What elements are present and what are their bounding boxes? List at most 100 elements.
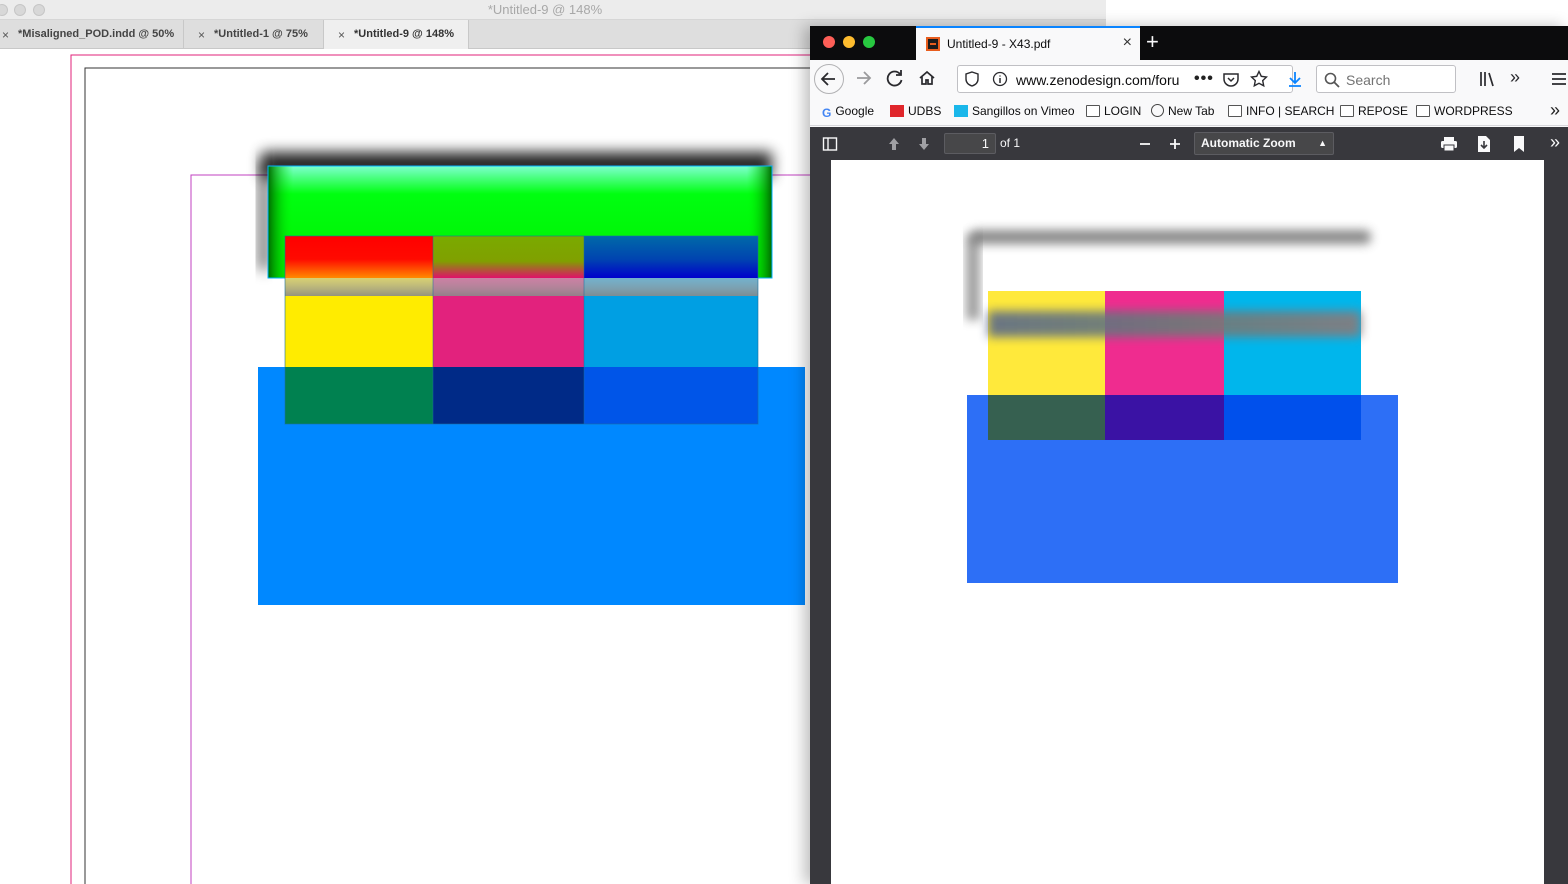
previous-page-icon[interactable] [886, 136, 902, 152]
bookmark-icon[interactable] [1512, 135, 1526, 153]
bookmark-repose[interactable]: REPOSE [1340, 104, 1408, 118]
new-tab-button[interactable]: + [1146, 29, 1159, 55]
pdf-purple-overprint-swatch [1105, 395, 1224, 440]
print-icon[interactable] [1440, 136, 1458, 152]
chevron-updown-icon: ▲ [1318, 138, 1327, 148]
red-swatch [285, 236, 433, 278]
close-tab-icon[interactable]: × [1123, 34, 1132, 52]
bookmark-new-tab[interactable]: New Tab [1151, 104, 1214, 118]
blue-overprint-swatch [584, 367, 758, 424]
firefox-tab-pdf[interactable]: Untitled-9 - X43.pdf × [916, 26, 1140, 60]
back-button[interactable] [814, 64, 844, 94]
pocket-icon[interactable] [1222, 71, 1240, 89]
gray-stripe [285, 278, 758, 296]
bookmark-google[interactable]: G Google [822, 104, 874, 120]
bookmark-label: LOGIN [1104, 104, 1142, 118]
bookmark-label: WORDPRESS [1434, 104, 1513, 118]
pdf-page-artwork [966, 230, 1398, 583]
tab-misaligned-pod[interactable]: × *Misaligned_POD.indd @ 50% [0, 20, 184, 49]
home-button[interactable] [912, 64, 942, 94]
url-bar[interactable]: www.zenodesign.com/foru ••• [957, 65, 1293, 93]
pdf-page [831, 160, 1544, 884]
bookmark-label: New Tab [1168, 104, 1215, 118]
green-overprint-swatch [285, 367, 433, 424]
page-count: of 1 [1000, 136, 1021, 150]
bookmark-login[interactable]: LOGIN [1086, 104, 1141, 118]
home-icon [919, 70, 935, 85]
bookmark-info-search[interactable]: INFO | SEARCH [1228, 104, 1334, 118]
tab-untitled-9[interactable]: × *Untitled-9 @ 148% [324, 20, 469, 49]
indesign-window-title: *Untitled-9 @ 148% [487, 2, 603, 17]
pdf-cyan-swatch [1224, 291, 1361, 396]
pdf-magenta-swatch [1105, 291, 1224, 396]
bookmark-label: Google [835, 104, 875, 118]
zoom-in-icon[interactable] [1168, 137, 1182, 151]
pdf-blue-overprint-swatch [1224, 395, 1361, 440]
site-favicon-icon [926, 37, 940, 51]
close-tab-icon[interactable]: × [338, 28, 345, 42]
page-number-input[interactable]: 1 [944, 133, 996, 154]
download-pdf-icon[interactable] [1476, 135, 1492, 153]
indesign-titlebar: *Untitled-9 @ 148% [0, 0, 1106, 20]
search-bar[interactable]: Search [1316, 65, 1456, 93]
bookmark-label: Sangillos on Vimeo [972, 104, 1075, 118]
info-icon[interactable] [992, 71, 1008, 87]
bookmarks-toolbar: G Google UDBS Sangillos on Vimeo LOGIN Ne… [810, 98, 1568, 126]
next-page-icon[interactable] [916, 136, 932, 152]
back-arrow-icon [820, 72, 835, 86]
tab-untitled-1[interactable]: × *Untitled-1 @ 75% [184, 20, 324, 49]
bookmark-udbs[interactable]: UDBS [890, 104, 941, 118]
bookmark-label: INFO | SEARCH [1246, 104, 1335, 118]
sidebar-toggle-icon[interactable] [822, 136, 838, 152]
blue-swatch [584, 236, 758, 278]
hamburger-menu-icon[interactable] [1550, 70, 1568, 88]
globe-icon [1151, 104, 1164, 117]
bookmark-sangillos-vimeo[interactable]: Sangillos on Vimeo [954, 104, 1075, 118]
pdf-toolbar: 1 of 1 Automatic Zoom ▲ » [810, 127, 1568, 160]
zoom-out-icon[interactable] [1138, 137, 1152, 151]
reload-icon [886, 70, 903, 87]
pdf-tools-menu-icon[interactable]: » [1550, 132, 1560, 153]
folder-icon [1416, 105, 1430, 117]
library-icon[interactable] [1478, 70, 1496, 88]
pdf-viewer[interactable] [810, 160, 1568, 884]
navigation-toolbar: www.zenodesign.com/foru ••• Search » [810, 60, 1568, 98]
tab-title: Untitled-9 - X43.pdf [947, 37, 1051, 51]
tab-label: *Untitled-9 @ 148% [354, 28, 454, 40]
page-actions-icon[interactable]: ••• [1194, 70, 1214, 88]
downloads-icon[interactable] [1286, 70, 1304, 88]
navy-overprint-swatch [433, 367, 584, 424]
bookmark-label: UDBS [908, 104, 942, 118]
olive-swatch [433, 236, 584, 278]
minimize-window-icon[interactable] [843, 36, 855, 48]
close-tab-icon[interactable]: × [2, 28, 9, 42]
bookmark-label: REPOSE [1358, 104, 1409, 118]
udbs-icon [890, 105, 904, 117]
search-icon [1324, 72, 1340, 88]
url-text[interactable]: www.zenodesign.com/foru [1016, 72, 1186, 88]
vimeo-icon [954, 105, 968, 117]
shield-icon[interactable] [964, 71, 980, 87]
search-placeholder: Search [1346, 72, 1391, 88]
close-tab-icon[interactable]: × [198, 28, 205, 42]
forward-button[interactable] [848, 64, 878, 94]
reload-button[interactable] [880, 64, 910, 94]
overflow-menu-icon[interactable]: » [1510, 67, 1520, 88]
zoom-label: Automatic Zoom [1201, 136, 1296, 150]
pdf-drop-shadow [971, 230, 1371, 244]
folder-icon [1228, 105, 1242, 117]
pdf-yellow-swatch [988, 291, 1105, 396]
bookmark-wordpress[interactable]: WORDPRESS [1416, 104, 1513, 118]
pdf-gray-stripe [988, 311, 1361, 337]
more-bookmarks-icon[interactable]: » [1550, 100, 1560, 121]
zoom-window-icon[interactable] [863, 36, 875, 48]
close-window-icon[interactable] [823, 36, 835, 48]
zoom-select[interactable]: Automatic Zoom ▲ [1194, 132, 1334, 155]
folder-icon [1086, 105, 1100, 117]
firefox-tab-bar: Untitled-9 - X43.pdf × + [810, 26, 1568, 60]
pdf-green-overprint-swatch [988, 395, 1105, 440]
google-icon: G [822, 106, 832, 120]
tab-label: *Untitled-1 @ 75% [214, 28, 308, 40]
bookmark-star-icon[interactable] [1250, 70, 1268, 88]
forward-arrow-icon [857, 71, 872, 85]
